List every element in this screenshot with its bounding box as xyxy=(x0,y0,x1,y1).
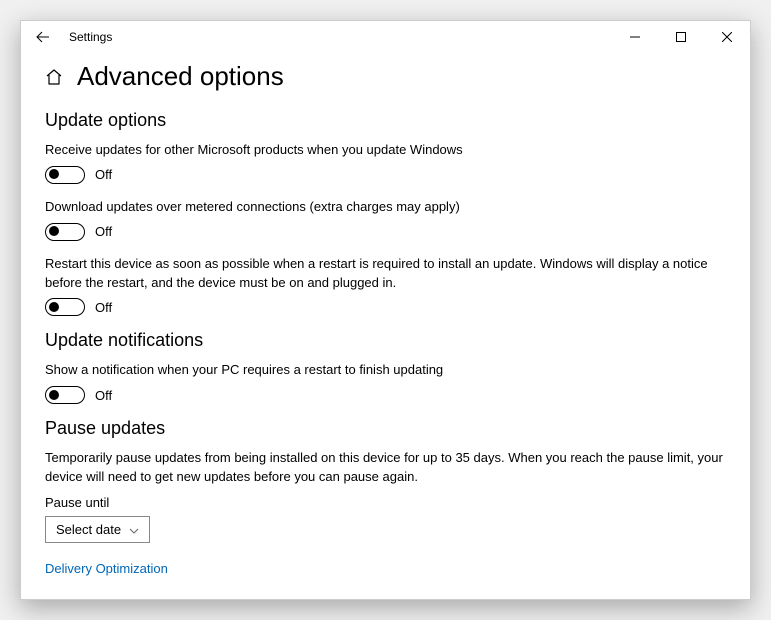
section-title-pause-updates: Pause updates xyxy=(45,418,726,439)
minimize-button[interactable] xyxy=(612,21,658,53)
option-label: Restart this device as soon as possible … xyxy=(45,255,726,293)
page-title: Advanced options xyxy=(77,61,284,92)
page-header: Advanced options xyxy=(45,61,726,92)
toggle-receive-updates[interactable] xyxy=(45,166,85,184)
toggle-metered-connections[interactable] xyxy=(45,223,85,241)
titlebar: Settings xyxy=(21,21,750,53)
back-button[interactable] xyxy=(31,25,55,49)
toggle-state: Off xyxy=(95,224,112,239)
section-title-update-notifications: Update notifications xyxy=(45,330,726,351)
maximize-button[interactable] xyxy=(658,21,704,53)
toggle-restart-asap[interactable] xyxy=(45,298,85,316)
toggle-restart-notification[interactable] xyxy=(45,386,85,404)
toggle-state: Off xyxy=(95,167,112,182)
settings-window: Settings Advanced options Update options… xyxy=(20,20,751,600)
app-title: Settings xyxy=(69,30,112,44)
chevron-down-icon xyxy=(129,522,139,537)
option-label: Download updates over metered connection… xyxy=(45,198,726,217)
delivery-optimization-link[interactable]: Delivery Optimization xyxy=(45,561,168,576)
toggle-state: Off xyxy=(95,300,112,315)
pause-until-dropdown[interactable]: Select date xyxy=(45,516,150,543)
option-label: Show a notification when your PC require… xyxy=(45,361,726,380)
dropdown-value: Select date xyxy=(56,522,121,537)
section-title-update-options: Update options xyxy=(45,110,726,131)
toggle-row: Off xyxy=(45,298,726,316)
pause-description: Temporarily pause updates from being ins… xyxy=(45,449,726,487)
toggle-row: Off xyxy=(45,166,726,184)
toggle-state: Off xyxy=(95,388,112,403)
home-icon[interactable] xyxy=(45,68,63,86)
window-controls xyxy=(612,21,750,53)
toggle-row: Off xyxy=(45,386,726,404)
close-button[interactable] xyxy=(704,21,750,53)
pause-until-label: Pause until xyxy=(45,495,726,510)
option-label: Receive updates for other Microsoft prod… xyxy=(45,141,726,160)
toggle-row: Off xyxy=(45,223,726,241)
content-area: Advanced options Update options Receive … xyxy=(21,53,750,599)
